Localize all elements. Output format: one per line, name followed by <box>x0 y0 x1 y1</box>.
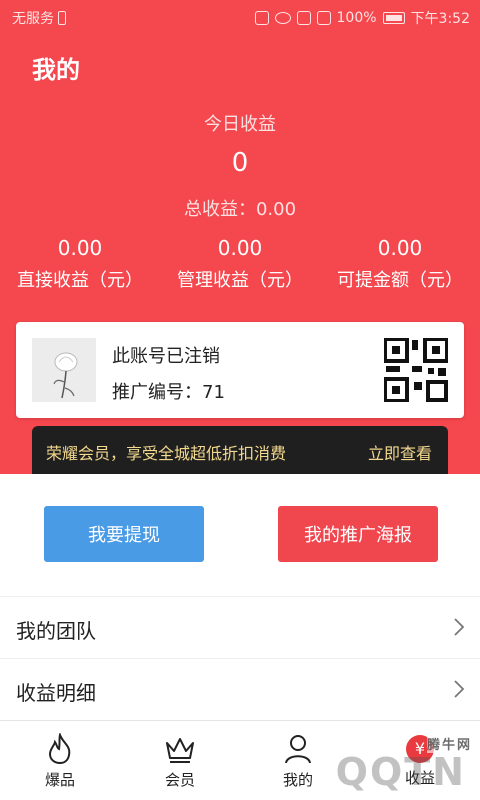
promo-code-value: 71 <box>202 382 225 403</box>
promo-code-label: 推广编号： <box>112 382 202 403</box>
tab-mine[interactable]: 我的 <box>258 733 338 790</box>
account-card[interactable]: 此账号已注销 推广编号：71 <box>16 322 464 418</box>
clock-text: 下午3:52 <box>410 11 470 27</box>
vibrate-icon <box>254 11 269 25</box>
bottom-tab-bar: 爆品 会员 我的 ¥ 收益 <box>0 720 480 800</box>
qr-code-icon[interactable] <box>384 338 448 402</box>
tab-membership[interactable]: 会员 <box>140 733 220 790</box>
battery-icon <box>382 12 405 24</box>
tab-label: 会员 <box>164 771 195 789</box>
today-earnings-label: 今日收益 <box>204 114 276 135</box>
chevron-right-icon <box>454 618 465 636</box>
menu-item-my-team[interactable]: 我的团队 <box>0 596 480 658</box>
stat-management-value: 0.00 <box>217 236 263 260</box>
promo-code: 推广编号：71 <box>112 378 225 404</box>
yen-icon: ¥ <box>406 735 434 763</box>
stat-withdrawable-label: 可提金额（元） <box>337 270 463 291</box>
vip-view-now-link[interactable]: 立即查看 <box>368 440 432 464</box>
vip-banner[interactable]: 荣耀会员，享受全城超低折扣消费 立即查看 <box>32 426 448 474</box>
user-icon <box>285 735 311 764</box>
rose-avatar-image <box>32 338 96 402</box>
tab-earnings[interactable]: ¥ 收益 <box>380 733 460 788</box>
wifi-icon <box>296 11 311 25</box>
promo-poster-button[interactable]: 我的推广海报 <box>278 506 438 562</box>
tab-hot-products[interactable]: 爆品 <box>20 733 100 790</box>
stat-direct-label: 直接收益（元） <box>17 270 143 291</box>
avatar[interactable] <box>32 338 96 402</box>
usb-icon <box>58 11 66 25</box>
total-earnings-label: 总收益： <box>183 199 256 220</box>
stat-direct: 0.00 直接收益（元） <box>0 236 160 292</box>
tab-label: 收益 <box>404 769 435 787</box>
chevron-right-icon <box>454 680 465 698</box>
earnings-stats: 0.00 直接收益（元） 0.00 管理收益（元） 0.00 可提金额（元） <box>0 236 480 292</box>
page-title: 我的 <box>32 56 80 84</box>
menu-item-earnings-detail[interactable]: 收益明细 <box>0 658 480 720</box>
withdraw-button[interactable]: 我要提现 <box>44 506 204 562</box>
total-earnings: 总收益：0.00 <box>0 195 480 221</box>
signal-icon <box>316 11 331 25</box>
tab-label: 爆品 <box>44 771 75 789</box>
stat-management-label: 管理收益（元） <box>177 270 303 291</box>
crown-icon <box>166 738 194 763</box>
stat-withdrawable: 0.00 可提金额（元） <box>320 236 480 292</box>
eye-icon <box>274 12 291 24</box>
today-earnings-value: 0 <box>231 148 249 178</box>
account-name: 此账号已注销 <box>112 346 220 367</box>
carrier-text: 无服务 <box>12 11 54 27</box>
stat-direct-value: 0.00 <box>57 236 103 260</box>
flame-icon <box>48 733 71 765</box>
tab-label: 我的 <box>282 771 313 789</box>
total-earnings-value: 0.00 <box>255 199 297 220</box>
stat-management: 0.00 管理收益（元） <box>160 236 320 292</box>
stat-withdrawable-value: 0.00 <box>377 236 423 260</box>
menu-item-label: 我的团队 <box>16 619 96 643</box>
status-bar: 无服务 100% 下午3:52 <box>0 0 480 34</box>
menu-item-label: 收益明细 <box>16 681 96 705</box>
battery-text: 100% <box>336 10 377 26</box>
vip-banner-text: 荣耀会员，享受全城超低折扣消费 <box>46 444 287 463</box>
